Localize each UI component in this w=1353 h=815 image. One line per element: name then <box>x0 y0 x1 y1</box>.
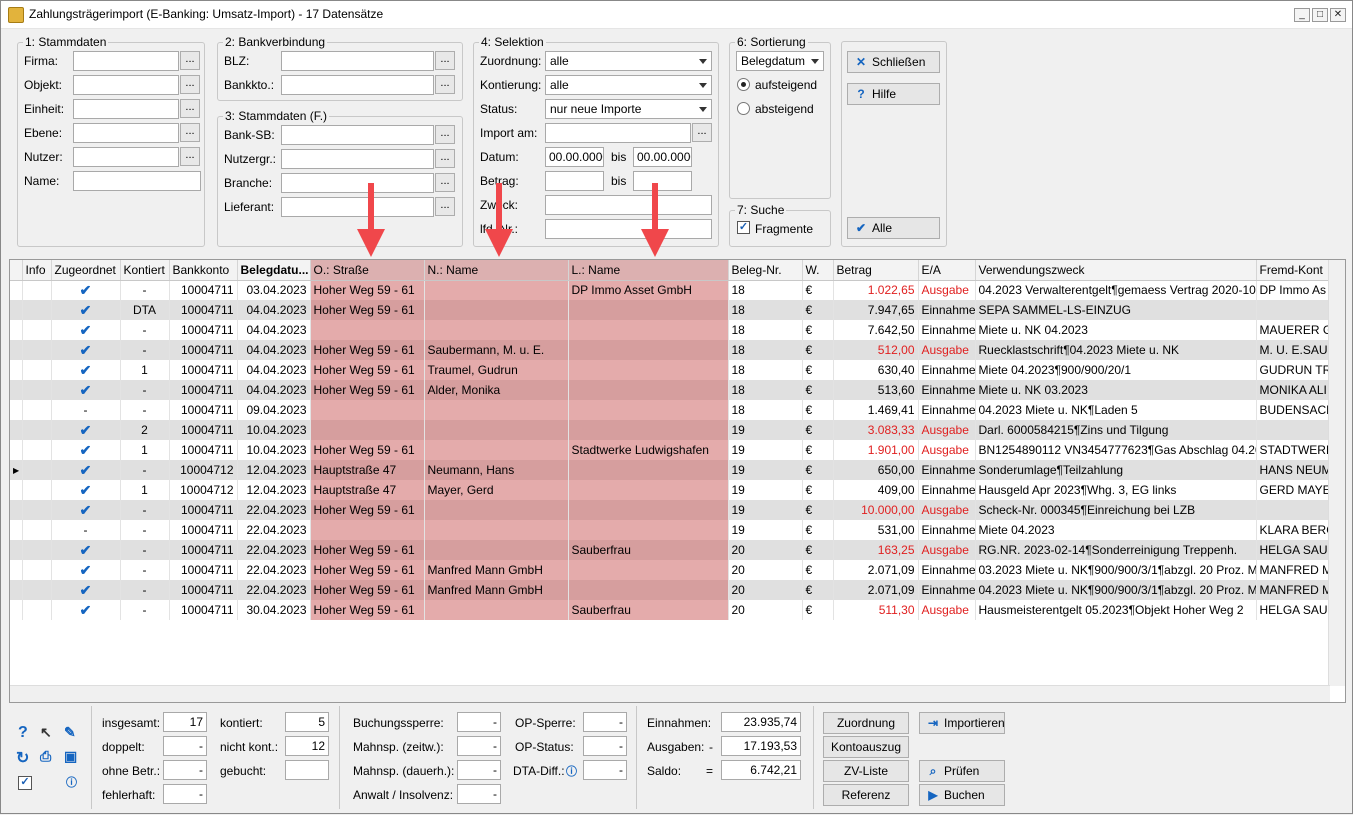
anwalt-value: - <box>457 784 501 804</box>
op-sperre-label: OP-Sperre: <box>515 716 576 730</box>
buchungssperre-value: - <box>457 712 501 732</box>
nicht-kont-value: 12 <box>285 736 329 756</box>
refresh-icon[interactable]: ↻ <box>16 748 29 768</box>
arrow-shaft-right <box>652 183 658 231</box>
importieren-label: Importieren <box>944 716 1005 730</box>
gebucht-value <box>285 760 329 780</box>
fehlerhaft-value: - <box>163 784 207 804</box>
arrow-shaft-middle <box>496 183 502 231</box>
gebucht-label: gebucht: <box>220 764 267 778</box>
insgesamt-label: insgesamt: <box>102 716 161 730</box>
separator <box>636 706 637 809</box>
checklist-icon[interactable]: ✓ <box>18 776 32 790</box>
doppelt-value: - <box>163 736 207 756</box>
separator <box>91 706 92 809</box>
saldo-value: 6.742,21 <box>721 760 801 780</box>
ausgaben-value: 17.193,53 <box>721 736 801 756</box>
saldo-label: Saldo: <box>647 764 682 778</box>
kontiert-label: kontiert: <box>220 716 263 730</box>
importieren-button[interactable]: ⇥ Importieren <box>919 712 1005 734</box>
doppelt-label: doppelt: <box>102 740 145 754</box>
mahnsp-zeitw-value: - <box>457 736 501 756</box>
einnahmen-label: Einnahmen: <box>647 716 712 730</box>
mahnsp-zeitw-label: Mahnsp. (zeitw.): <box>353 740 444 754</box>
mahnsp-dauer-value: - <box>457 760 501 780</box>
kontoauszug-button[interactable]: Kontoauszug <box>823 736 909 758</box>
play-icon: ▶ <box>928 788 938 802</box>
pruefen-button[interactable]: ⌕ Prüfen <box>919 760 1005 782</box>
info-icon[interactable]: ⓘ <box>566 763 577 779</box>
saldo-sign: = <box>706 764 714 778</box>
op-status-label: OP-Status: <box>515 740 574 754</box>
separator <box>813 706 814 809</box>
dta-diff-label: DTA-Diff.: <box>513 764 565 778</box>
zv-liste-button[interactable]: ZV-Liste <box>823 760 909 782</box>
buchen-button[interactable]: ▶ Buchen <box>919 784 1005 806</box>
summary-panel: ? ↖ ✎ ↻ ⎙ ▣ ✓ ⓘ insgesamt: 17 doppelt: -… <box>9 706 1346 809</box>
import-icon: ⇥ <box>927 716 939 730</box>
dta-diff-value: - <box>583 760 627 780</box>
buchungssperre-label: Buchungssperre: <box>353 716 444 730</box>
help-icon[interactable]: ? <box>18 724 28 742</box>
fehlerhaft-label: fehlerhaft: <box>102 788 156 802</box>
info-icon[interactable]: ⓘ <box>66 774 77 790</box>
nicht-kont-label: nicht kont.: <box>220 740 279 754</box>
pencil-icon[interactable]: ✎ <box>64 724 76 741</box>
ohne-betr-value: - <box>163 760 207 780</box>
separator <box>339 706 340 809</box>
main-window: Zahlungsträgerimport (E-Banking: Umsatz-… <box>0 0 1353 814</box>
insgesamt-value: 17 <box>163 712 207 732</box>
op-sperre-value: - <box>583 712 627 732</box>
annotation-arrows <box>357 183 669 257</box>
einnahmen-value: 23.935,74 <box>721 712 801 732</box>
search-check-icon: ⌕ <box>929 764 937 778</box>
ausgaben-label: Ausgaben: <box>647 740 705 754</box>
cursor-select-icon[interactable]: ↖ <box>40 724 52 741</box>
ohne-betr-label: ohne Betr.: <box>102 764 161 778</box>
print-icon[interactable]: ⎙ <box>40 748 51 765</box>
op-status-value: - <box>583 736 627 756</box>
mahnsp-dauer-label: Mahnsp. (dauerh.): <box>353 764 455 778</box>
office-icon[interactable]: ▣ <box>64 748 77 765</box>
ausgaben-sign: - <box>709 740 713 754</box>
kontiert-value: 5 <box>285 712 329 732</box>
anwalt-label: Anwalt / Insolvenz: <box>353 788 454 802</box>
arrow-down-icon <box>641 229 669 257</box>
arrow-down-icon <box>485 229 513 257</box>
buchen-label: Buchen <box>944 788 985 802</box>
referenz-button[interactable]: Referenz <box>823 784 909 806</box>
arrow-down-icon <box>357 229 385 257</box>
pruefen-label: Prüfen <box>944 764 980 778</box>
arrow-shaft-left <box>368 183 374 231</box>
zuordnung-button[interactable]: Zuordnung <box>823 712 909 734</box>
